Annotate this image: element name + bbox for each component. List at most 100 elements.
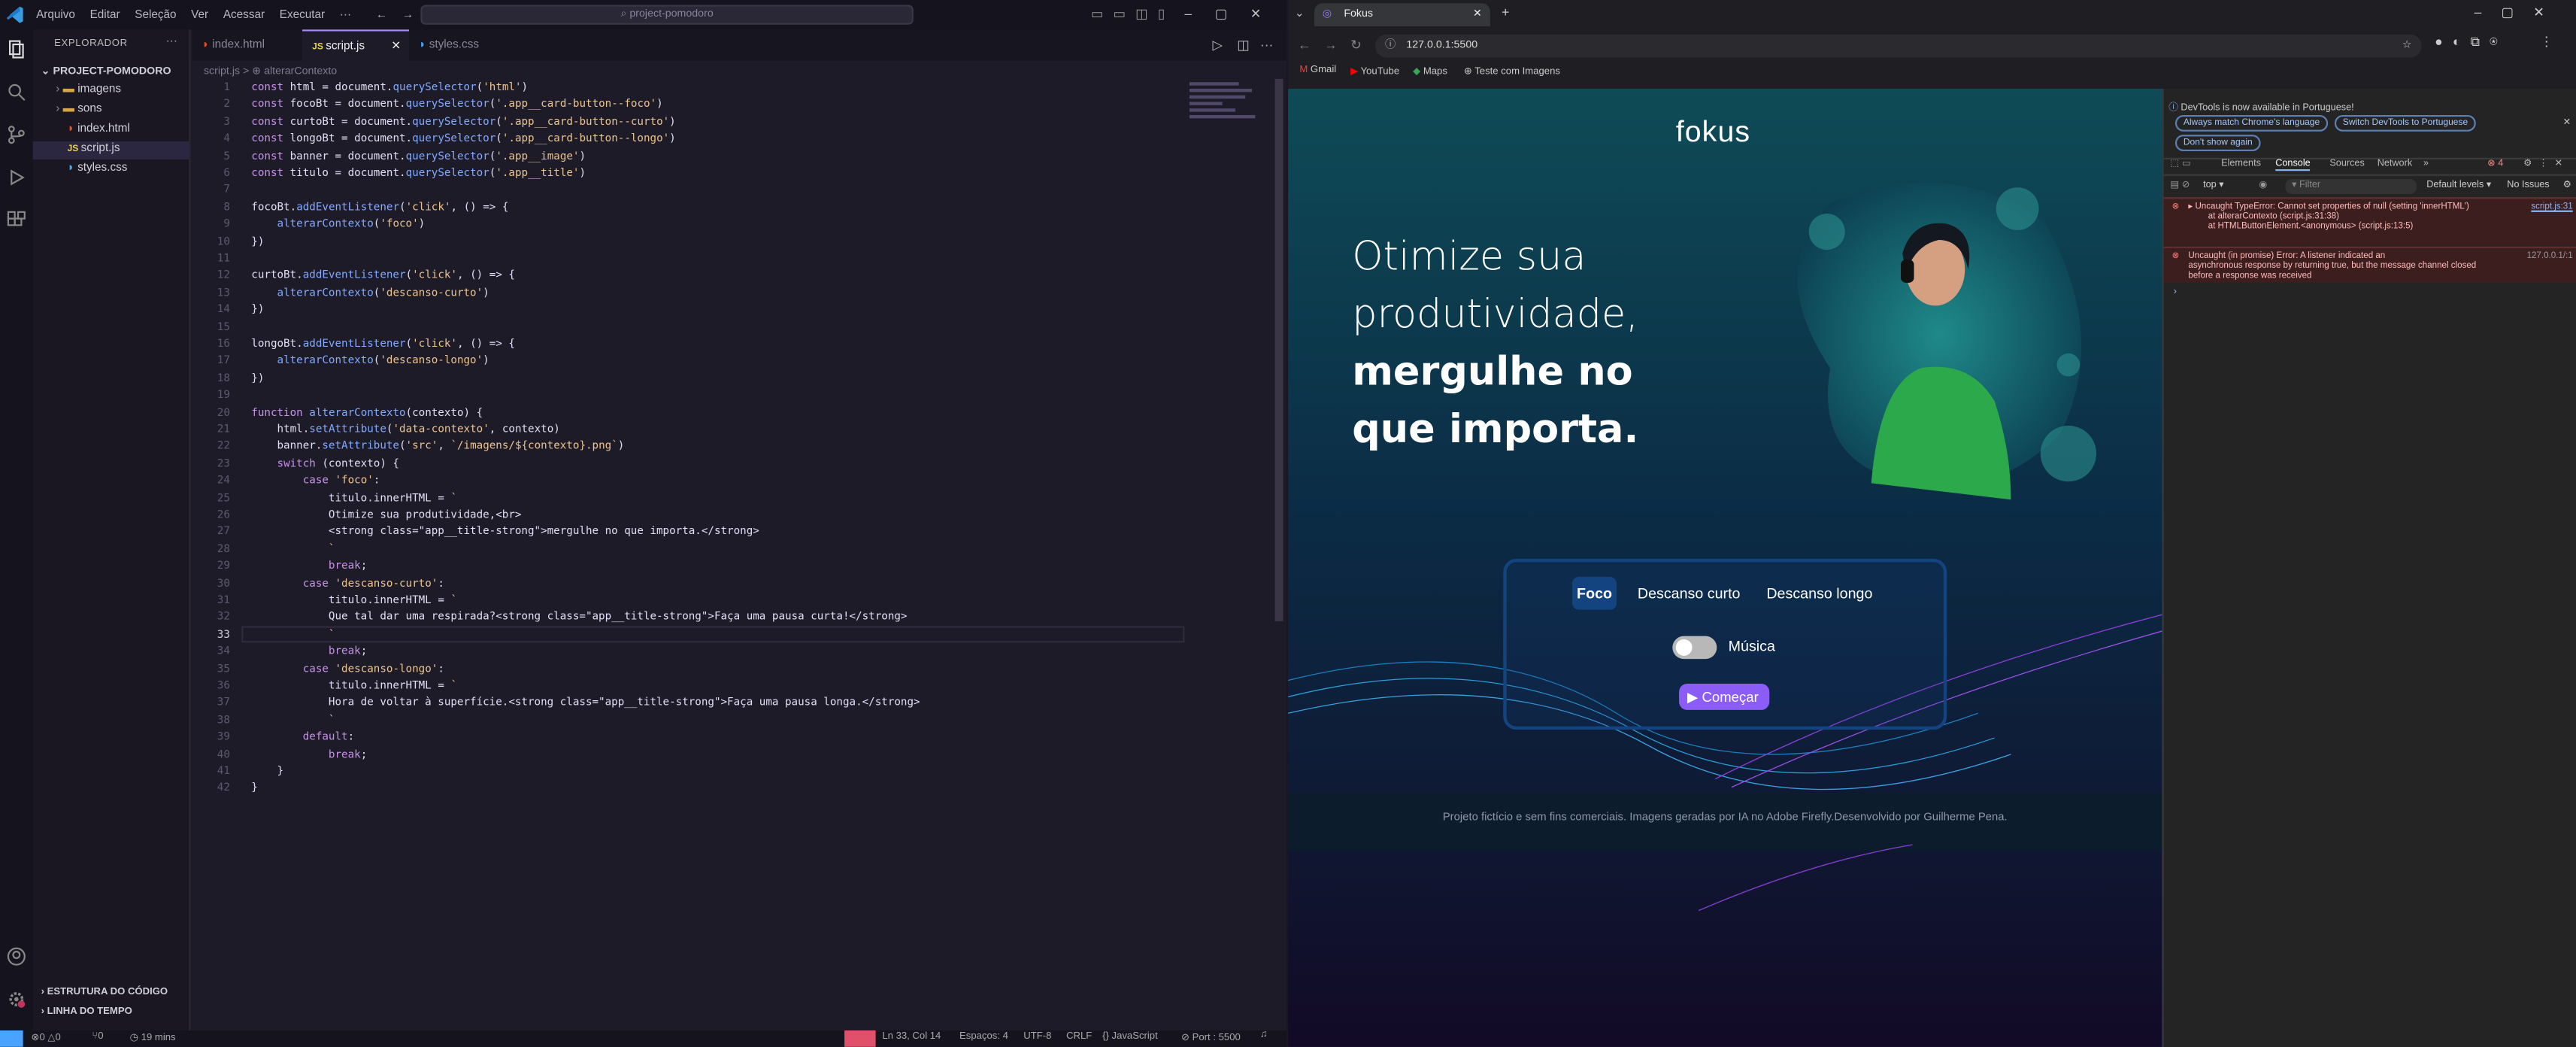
error-source-link[interactable]: script.js:31 bbox=[2531, 202, 2572, 212]
status-cursor-position[interactable]: Ln 33, Col 14 bbox=[882, 1032, 941, 1042]
bookmark-maps[interactable]: ◆ Maps bbox=[1413, 65, 1447, 77]
search-icon[interactable] bbox=[7, 82, 26, 102]
timeline-section[interactable]: › LINHA DO TEMPO bbox=[41, 1007, 132, 1017]
status-problems[interactable]: ⊗0 △0 bbox=[32, 1032, 61, 1043]
run-debug-icon[interactable] bbox=[7, 168, 26, 187]
eye-icon[interactable]: ◉ bbox=[2259, 181, 2267, 190]
menu-acessar[interactable]: Acessar bbox=[223, 9, 265, 20]
bookmark-youtube[interactable]: ▶ YouTube bbox=[1350, 65, 1399, 77]
devtools-settings-icons[interactable]: ⚙⋮✕ bbox=[2523, 159, 2569, 169]
console-settings-icon[interactable]: ⚙ bbox=[2563, 181, 2571, 190]
more-actions-icon[interactable]: ··· bbox=[1260, 38, 1273, 53]
window-controls[interactable]: –▢✕ bbox=[1184, 7, 1284, 22]
issues-indicator[interactable]: No Issues bbox=[2507, 181, 2549, 190]
status-language[interactable]: {} JavaScript bbox=[1102, 1032, 1158, 1042]
tab-network[interactable]: Network bbox=[2377, 159, 2412, 169]
command-center-search[interactable]: ⌕ project-pomodoro bbox=[420, 5, 914, 25]
site-info-icon[interactable]: ⓘ bbox=[1385, 35, 1396, 58]
close-tab-icon[interactable]: ✕ bbox=[1473, 3, 1482, 26]
chip-match-language[interactable]: Always match Chrome's language bbox=[2174, 114, 2329, 132]
status-eol[interactable]: CRLF bbox=[1066, 1032, 1092, 1042]
more-tabs-icon[interactable]: » bbox=[2423, 159, 2429, 169]
menu-ver[interactable]: Ver bbox=[191, 9, 208, 20]
split-editor-icon[interactable]: ◫ bbox=[1237, 38, 1250, 53]
new-tab-icon[interactable]: + bbox=[1502, 5, 1509, 20]
menu-more[interactable]: ··· bbox=[340, 9, 351, 20]
menu-executar[interactable]: Executar bbox=[280, 9, 325, 20]
menu-editar[interactable]: Editar bbox=[90, 9, 120, 20]
button-foco[interactable]: Foco bbox=[1572, 576, 1617, 610]
tree-file-index-html[interactable]: ◗ index.html bbox=[68, 123, 130, 135]
status-ports[interactable]: ⑂0 bbox=[92, 1032, 103, 1042]
layout-controls[interactable]: ▭▭◫▯ bbox=[1091, 7, 1175, 22]
extensions-icon[interactable] bbox=[7, 211, 26, 230]
bookmark-gmail[interactable]: M Gmail bbox=[1299, 65, 1336, 75]
inspect-icon[interactable]: ⬚ ▭ bbox=[2170, 159, 2190, 169]
outline-section[interactable]: › ESTRUTURA DO CÓDIGO bbox=[41, 988, 168, 997]
timer-card: Foco Descanso curto Descanso longo Músic… bbox=[1503, 558, 1947, 730]
chip-dont-show[interactable]: Don't show again bbox=[2174, 135, 2261, 152]
button-descanso-curto[interactable]: Descanso curto bbox=[1635, 577, 1743, 610]
bookmark-star-icon[interactable]: ☆ bbox=[2402, 35, 2412, 58]
account-icon[interactable] bbox=[7, 947, 26, 967]
editor-scrollbar[interactable] bbox=[1274, 78, 1283, 621]
levels-select[interactable]: Default levels ▾ bbox=[2426, 181, 2491, 190]
context-select[interactable]: top ▾ bbox=[2203, 181, 2224, 190]
status-time[interactable]: ◷ 19 mins bbox=[130, 1032, 176, 1043]
start-button[interactable]: ▶ Começar bbox=[1679, 683, 1770, 710]
console-prompt-icon[interactable]: › bbox=[2174, 287, 2177, 297]
menu-selecao[interactable]: Seleção bbox=[135, 9, 176, 20]
console-toolbar-icons[interactable]: ▤ ⊘ bbox=[2170, 181, 2190, 190]
zoom-indicator[interactable] bbox=[844, 1030, 876, 1047]
tab-search-icon[interactable]: ⌄ bbox=[1295, 7, 1305, 20]
address-bar[interactable]: ⓘ 127.0.0.1:5500 ☆ bbox=[1374, 34, 2422, 58]
console-filter[interactable]: ▾ Filter bbox=[2285, 179, 2417, 194]
breadcrumb[interactable]: script.js > ⊕ alterarContexto bbox=[204, 64, 337, 77]
tab-index-html[interactable]: ◗ index.html bbox=[192, 29, 302, 61]
settings-gear-icon[interactable] bbox=[7, 989, 26, 1009]
nav-buttons[interactable]: ←→↻ bbox=[1298, 38, 1374, 53]
line-number: 9 bbox=[223, 217, 230, 231]
button-descanso-longo[interactable]: Descanso longo bbox=[1763, 577, 1877, 610]
bookmark-label: YouTube bbox=[1360, 67, 1400, 77]
error-source-link[interactable]: 127.0.0.1/:1 bbox=[2527, 251, 2573, 261]
nav-back-icon[interactable]: ← bbox=[376, 9, 387, 20]
console-error-1[interactable]: ⊗ ▸ Uncaught TypeError: Cannot set prope… bbox=[2163, 197, 2576, 245]
error-count-badge[interactable]: ⊗ 4 bbox=[2487, 159, 2503, 169]
chip-switch-portuguese[interactable]: Switch DevTools to Portuguese bbox=[2334, 114, 2477, 132]
tab-elements[interactable]: Elements bbox=[2221, 159, 2261, 169]
notifications-icon[interactable]: ♫ bbox=[1260, 1030, 1268, 1040]
remote-indicator[interactable] bbox=[0, 1030, 23, 1047]
browser-tab[interactable]: ◎ Fokus ✕ bbox=[1314, 3, 1490, 26]
status-indentation[interactable]: Espaços: 4 bbox=[959, 1032, 1008, 1042]
browser-menu-icon[interactable]: ⋮ bbox=[2540, 35, 2553, 50]
tab-sources[interactable]: Sources bbox=[2329, 159, 2364, 169]
tree-file-script-js[interactable]: JS script.js bbox=[68, 143, 120, 154]
status-encoding[interactable]: UTF-8 bbox=[1023, 1032, 1051, 1042]
tab-script-js[interactable]: JS script.js ✕ bbox=[302, 29, 410, 63]
tab-console[interactable]: Console bbox=[2275, 159, 2311, 171]
code-line: longoBt.addEventListener('click', () => … bbox=[251, 336, 515, 351]
source-control-icon[interactable] bbox=[7, 125, 26, 144]
close-icon[interactable]: ✕ bbox=[391, 32, 401, 63]
menu-arquivo[interactable]: Arquivo bbox=[36, 9, 75, 20]
explorer-more-icon[interactable]: ··· bbox=[166, 36, 177, 47]
bookmark-teste[interactable]: ⊕ Teste com Imagens bbox=[1464, 65, 1560, 77]
tree-file-styles-css[interactable]: ◗ styles.css bbox=[68, 162, 128, 174]
project-folder[interactable]: ⌄ PROJECT-POMODORO bbox=[41, 64, 171, 77]
console-error-2[interactable]: ⊗ Uncaught (in promise) Error: A listene… bbox=[2163, 246, 2576, 283]
run-icon[interactable]: ▷ bbox=[1213, 38, 1223, 53]
extensions-toolbar[interactable]: ●◐⧉⍟ bbox=[2435, 35, 2508, 51]
nav-forward-icon[interactable]: → bbox=[402, 9, 414, 20]
window-controls[interactable]: –▢✕ bbox=[2474, 5, 2565, 20]
close-notice-icon[interactable]: ✕ bbox=[2563, 118, 2571, 128]
status-live-server[interactable]: ⊘ Port : 5500 bbox=[1181, 1032, 1241, 1043]
tab-styles-css[interactable]: ◗ styles.css bbox=[409, 29, 524, 61]
explorer-icon[interactable] bbox=[7, 39, 26, 59]
code-line: alterarContexto('descanso-curto') bbox=[277, 285, 489, 299]
code-editor[interactable]: 1 const html = document.querySelector('ht… bbox=[192, 77, 1268, 817]
music-toggle[interactable] bbox=[1672, 636, 1717, 660]
minimap[interactable] bbox=[1189, 79, 1268, 144]
tree-folder-imagens[interactable]: › ▬ imagens bbox=[56, 83, 121, 95]
tree-folder-sons[interactable]: › ▬ sons bbox=[56, 104, 102, 115]
